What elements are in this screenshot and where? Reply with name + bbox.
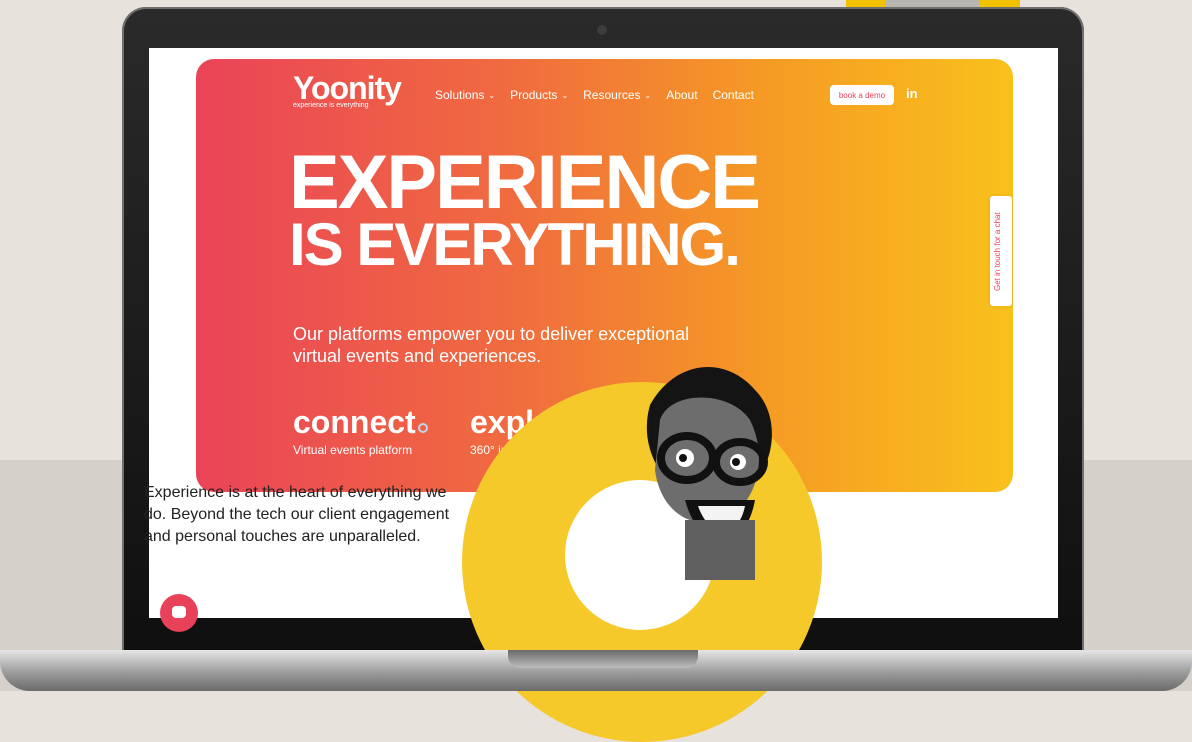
nav-item-products[interactable]: Products ⌄	[510, 88, 568, 102]
product-desc: Virtual events platform	[293, 443, 413, 457]
headline-line-1: EXPERIENCE	[289, 140, 761, 225]
product-connect[interactable]: connect Virtual events platform	[293, 405, 428, 457]
nav-label: Solutions	[435, 88, 485, 102]
logo[interactable]: Yoonity experience is everything	[293, 70, 402, 109]
nav-label: Products	[510, 88, 558, 102]
nav-label: About	[666, 88, 698, 102]
logo-wordmark: Yoonity	[293, 70, 402, 106]
chevron-down-icon: ⌄	[644, 90, 652, 100]
nav-item-solutions[interactable]: Solutions ⌄	[435, 88, 495, 102]
product-name: connect	[293, 405, 428, 439]
hero-person-illustration	[646, 367, 772, 580]
headline-line-2: IS EVERYTHING.	[289, 211, 741, 278]
about-text: Experience is at the heart of everything…	[144, 484, 450, 545]
main-nav: Solutions ⌄ Products ⌄ Resources ⌄ About…	[435, 88, 754, 102]
nav-item-resources[interactable]: Resources ⌄	[583, 88, 651, 102]
nav-item-contact[interactable]: Contact	[713, 88, 754, 102]
chat-icon[interactable]	[160, 594, 198, 632]
nav-label: Resources	[583, 88, 641, 102]
laptop-notch	[508, 650, 698, 668]
nav-item-about[interactable]: About	[666, 88, 697, 102]
chevron-down-icon: ⌄	[561, 90, 569, 100]
chevron-down-icon: ⌄	[488, 90, 496, 100]
nav-label: Contact	[712, 88, 754, 102]
tab-label: Get in touch for a chat	[993, 212, 1002, 291]
book-demo-button[interactable]: book a demo	[830, 85, 894, 105]
get-in-touch-tab[interactable]: Get in touch for a chat	[990, 196, 1012, 306]
linkedin-icon[interactable]: in	[906, 86, 918, 101]
camera-icon	[597, 25, 607, 35]
dot-icon	[417, 423, 428, 433]
hero-headline: EXPERIENCE IS EVERYTHING.	[289, 140, 761, 278]
